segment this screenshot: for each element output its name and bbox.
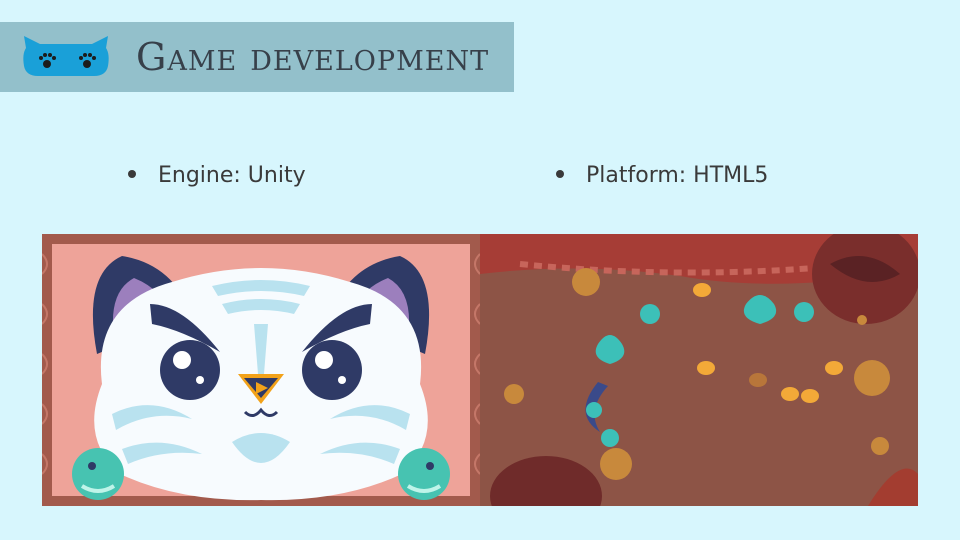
slide-title: Game development — [136, 35, 490, 79]
cat-ears-paw-logo-icon — [20, 34, 112, 80]
title-bar: Game development — [0, 22, 514, 92]
screenshot-cave-level — [480, 234, 918, 506]
bullet-dot — [128, 170, 136, 178]
bullet-platform: Platform: HTML5 — [556, 160, 768, 192]
bullet-engine: Engine: Unity — [128, 160, 306, 192]
bullet-dot — [556, 170, 564, 178]
bullet-platform-label: Platform: HTML5 — [586, 163, 769, 188]
bullet-engine-label: Engine: Unity — [158, 163, 306, 188]
screenshot-tiger-face — [42, 234, 480, 506]
